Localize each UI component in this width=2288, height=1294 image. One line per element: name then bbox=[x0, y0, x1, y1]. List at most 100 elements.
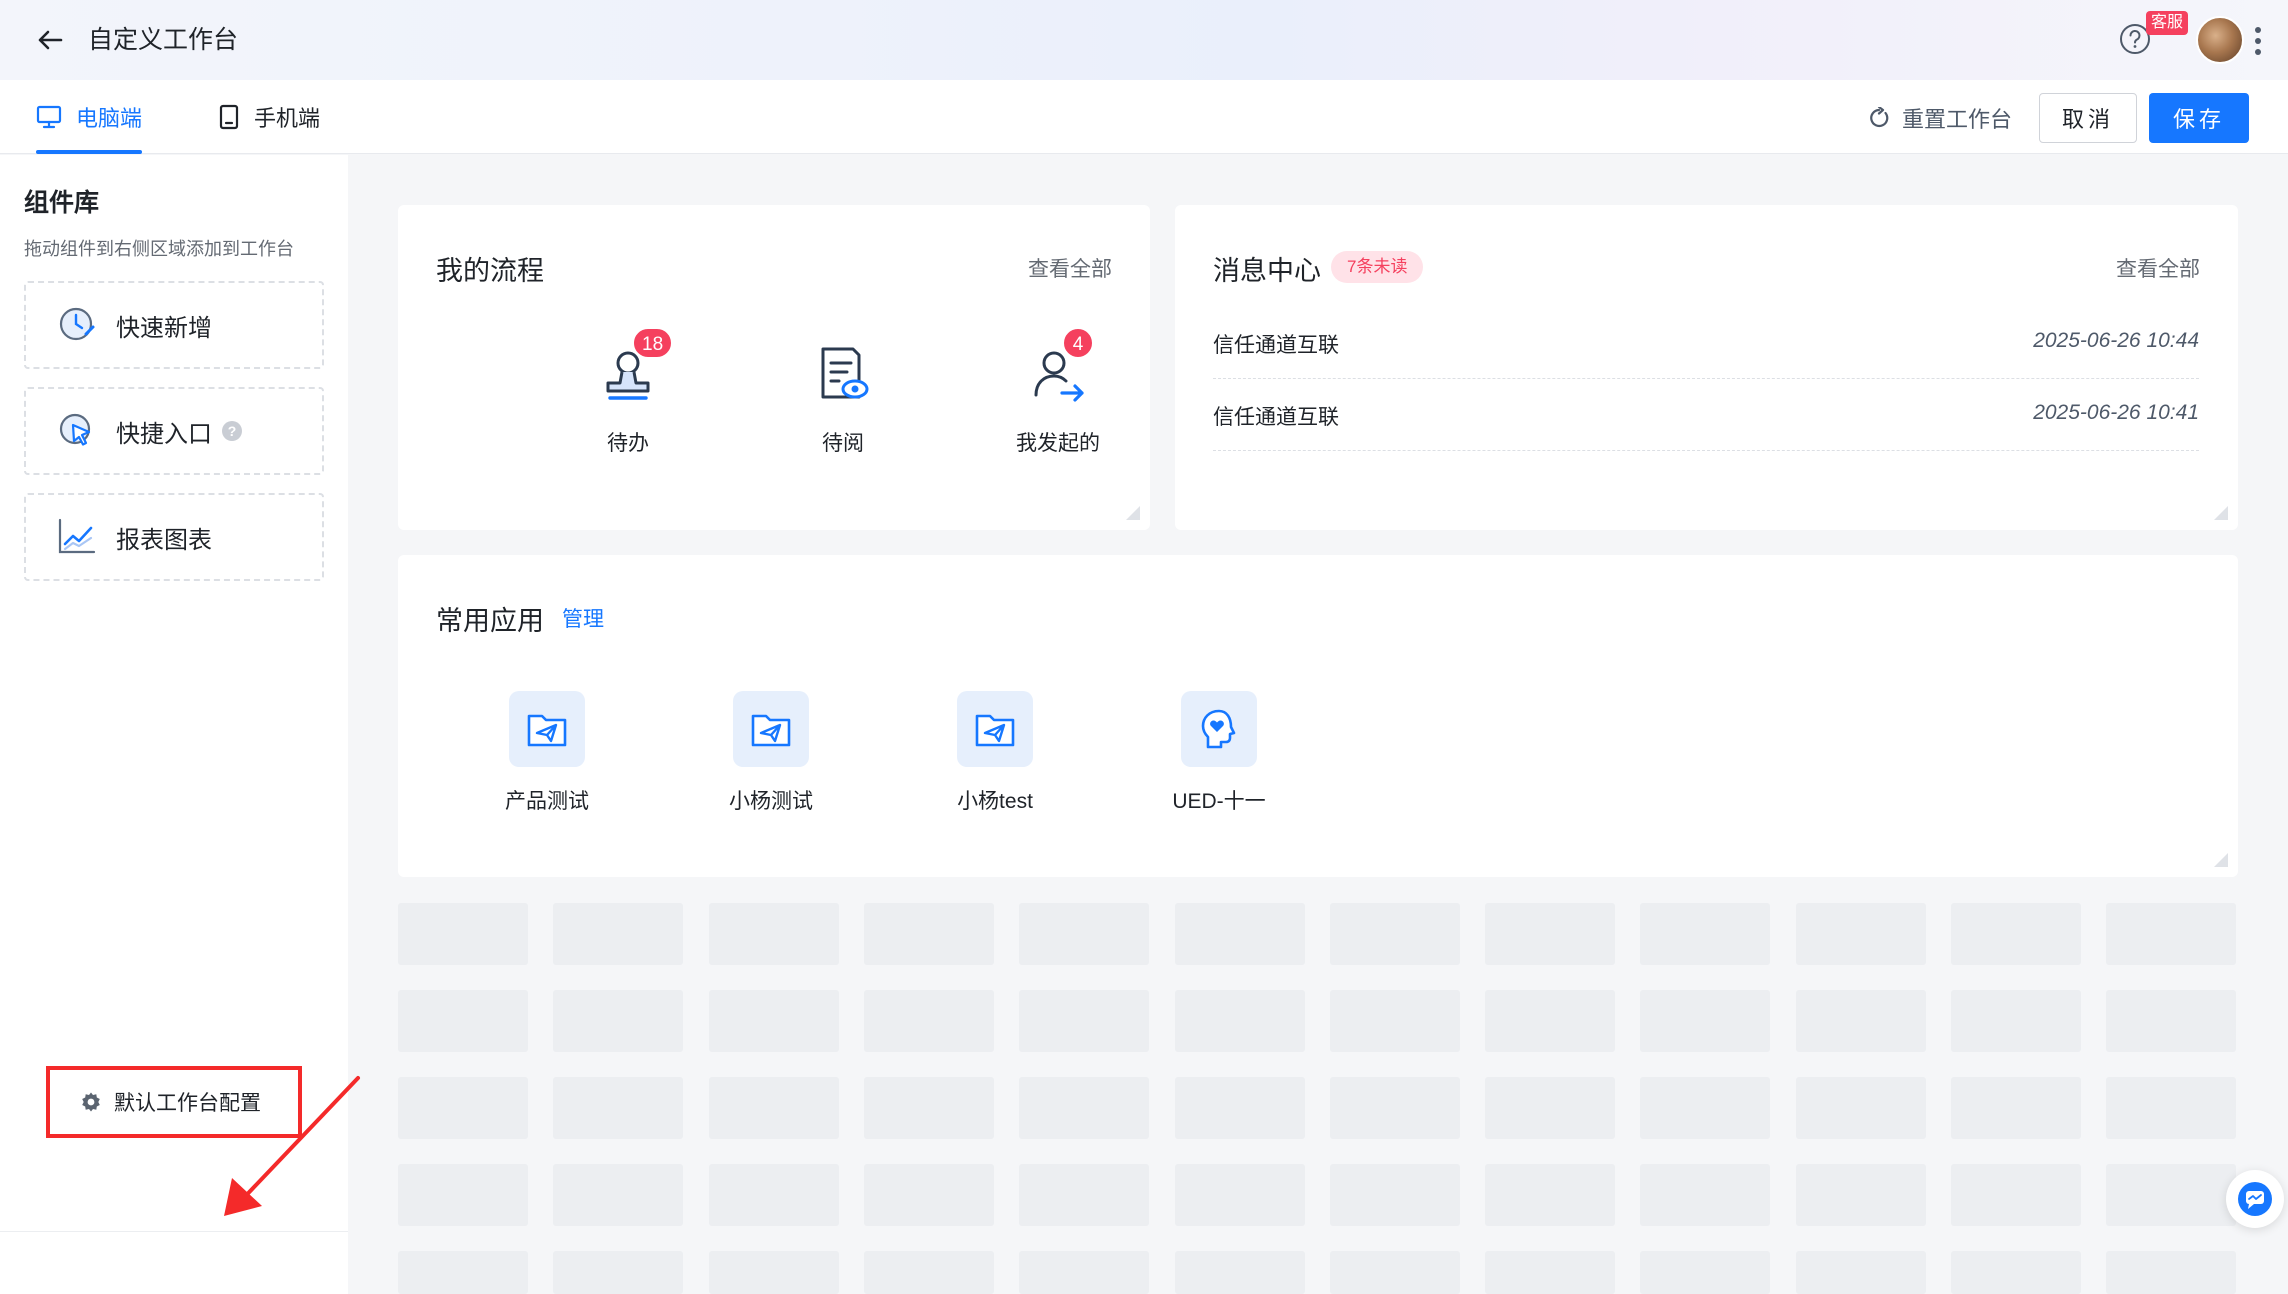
resize-handle-icon[interactable] bbox=[2214, 506, 2228, 520]
grid-placeholder-cell bbox=[1796, 990, 1926, 1052]
grid-placeholder-cell bbox=[553, 1077, 683, 1139]
grid-placeholder-cell bbox=[1796, 903, 1926, 965]
grid-placeholder-cell bbox=[1019, 1164, 1149, 1226]
grid-placeholder-cell bbox=[1640, 1251, 1770, 1294]
grid-placeholder-cell bbox=[1019, 903, 1149, 965]
cursor-click-icon bbox=[59, 413, 91, 446]
message-row[interactable]: 信任通道互联 2025-06-26 10:41 bbox=[1213, 379, 2199, 451]
reset-workbench-button[interactable]: 重置工作台 bbox=[1868, 102, 2012, 134]
tab-mobile-label: 手机端 bbox=[254, 106, 321, 131]
tab-desktop[interactable]: 电脑端 bbox=[36, 80, 143, 154]
todo-count-badge: 18 bbox=[632, 327, 674, 359]
common-apps-title: 常用应用 bbox=[436, 606, 544, 636]
grid-placeholder-cell bbox=[1019, 1251, 1149, 1294]
message-title: 信任通道互联 bbox=[1213, 406, 1339, 429]
flow-item-initiated[interactable]: 4 我发起的 bbox=[988, 327, 1128, 457]
workbench-editor: 自定义工作台 客服 电脑端 手机端 重置工作台 取消 保存 组件库 拖动组件到右… bbox=[0, 0, 2288, 1294]
message-center-view-all-link[interactable]: 查看全部 bbox=[2116, 253, 2200, 283]
tab-mobile[interactable]: 手机端 bbox=[218, 80, 320, 154]
grid-placeholder-cell bbox=[1485, 1077, 1615, 1139]
flow-item-initiated-label: 我发起的 bbox=[1016, 432, 1100, 455]
floating-chat-button[interactable] bbox=[2226, 1170, 2284, 1228]
grid-placeholder-cell bbox=[1485, 903, 1615, 965]
grid-placeholder-cell bbox=[398, 990, 528, 1052]
grid-placeholder-cell bbox=[1485, 1164, 1615, 1226]
grid-placeholder-cell bbox=[1019, 1077, 1149, 1139]
grid-placeholder-cell bbox=[553, 903, 683, 965]
top-bar: 自定义工作台 客服 bbox=[0, 0, 2288, 80]
grid-placeholder-cell bbox=[2106, 1077, 2236, 1139]
grid-placeholder-cell bbox=[1175, 990, 1305, 1052]
component-library-hint: 拖动组件到右侧区域添加到工作台 bbox=[24, 239, 294, 259]
grid-placeholder-cell bbox=[1640, 1077, 1770, 1139]
grid-placeholder-cell bbox=[1951, 1251, 2081, 1294]
flow-item-todo[interactable]: 18 待办 bbox=[558, 327, 698, 457]
grid-placeholder-cell bbox=[1175, 903, 1305, 965]
app-item-label: 产品测试 bbox=[505, 790, 589, 813]
back-arrow-icon[interactable] bbox=[34, 24, 66, 56]
annotation-arrow bbox=[224, 1076, 360, 1216]
component-report-chart[interactable]: 报表图表 bbox=[24, 493, 324, 581]
grid-placeholder-cell bbox=[864, 1251, 994, 1294]
component-report-chart-label: 报表图表 bbox=[116, 526, 212, 554]
grid-placeholder-cell bbox=[1330, 1077, 1460, 1139]
component-quick-add[interactable]: 快速新增 bbox=[24, 281, 324, 369]
grid-placeholder-cell bbox=[1640, 990, 1770, 1052]
message-time: 2025-06-26 10:41 bbox=[2033, 401, 2199, 424]
grid-placeholder-cell bbox=[2106, 990, 2236, 1052]
clock-edit-icon bbox=[59, 307, 95, 341]
shortcut-help-icon[interactable]: ? bbox=[222, 421, 242, 441]
component-quick-add-label: 快速新增 bbox=[116, 314, 212, 342]
app-item-xiaoyang-test[interactable]: 小杨测试 bbox=[691, 691, 851, 815]
message-row[interactable]: 信任通道互联 2025-06-26 10:44 bbox=[1213, 307, 2199, 379]
resize-handle-icon[interactable] bbox=[1126, 506, 1140, 520]
more-vertical-icon[interactable] bbox=[2252, 24, 2264, 58]
desktop-icon bbox=[36, 105, 62, 129]
app-item-label: 小杨测试 bbox=[729, 790, 813, 813]
chat-icon bbox=[2238, 1182, 2272, 1216]
save-button[interactable]: 保存 bbox=[2149, 93, 2249, 143]
grid-placeholder-cell bbox=[1175, 1251, 1305, 1294]
gear-icon bbox=[82, 1092, 100, 1112]
unread-count-badge: 7条未读 bbox=[1331, 251, 1424, 283]
grid-placeholder-cell bbox=[709, 990, 839, 1052]
grid-placeholder-cell bbox=[553, 990, 683, 1052]
app-item-label: 小杨test bbox=[957, 790, 1033, 813]
app-item-product-test[interactable]: 产品测试 bbox=[467, 691, 627, 815]
grid-placeholder-cell bbox=[2106, 1164, 2236, 1226]
grid-placeholder-cell bbox=[1175, 1164, 1305, 1226]
grid-placeholder-cell bbox=[1951, 990, 2081, 1052]
grid-placeholder-cell bbox=[864, 1077, 994, 1139]
grid-placeholder-cell bbox=[1485, 1251, 1615, 1294]
grid-placeholder-cell bbox=[709, 1164, 839, 1226]
manage-apps-link[interactable]: 管理 bbox=[562, 603, 604, 633]
refresh-icon bbox=[1870, 107, 1889, 128]
message-center-title: 消息中心 bbox=[1213, 256, 1321, 286]
grid-placeholder-cell bbox=[1330, 903, 1460, 965]
tab-bar: 电脑端 手机端 重置工作台 取消 保存 bbox=[0, 80, 2288, 154]
grid-placeholder-cell bbox=[2106, 903, 2236, 965]
message-center-card: 消息中心 7条未读 查看全部 信任通道互联 2025-06-26 10:44 信… bbox=[1175, 205, 2238, 530]
app-item-label: UED-十一 bbox=[1172, 790, 1266, 813]
grid-placeholder-cell bbox=[864, 990, 994, 1052]
resize-handle-icon[interactable] bbox=[2214, 853, 2228, 867]
grid-placeholder-cell bbox=[398, 1251, 528, 1294]
customer-service-badge[interactable]: 客服 bbox=[2146, 11, 2189, 35]
app-item-ued[interactable]: UED-十一 bbox=[1139, 691, 1299, 815]
mobile-icon bbox=[219, 104, 239, 130]
component-shortcut[interactable]: 快捷入口 ? bbox=[24, 387, 324, 475]
grid-placeholder-cell bbox=[553, 1251, 683, 1294]
flow-item-toread[interactable]: 待阅 bbox=[773, 343, 913, 457]
grid-placeholder-cell bbox=[709, 1077, 839, 1139]
folder-send-icon bbox=[975, 714, 1015, 747]
avatar[interactable] bbox=[2196, 16, 2244, 64]
sidebar-footer bbox=[0, 1231, 348, 1294]
cancel-button[interactable]: 取消 bbox=[2039, 93, 2137, 143]
my-flow-card: 我的流程 查看全部 18 待办 待阅 4 我发起的 bbox=[398, 205, 1150, 530]
folder-send-icon bbox=[527, 714, 567, 747]
flow-item-todo-label: 待办 bbox=[607, 432, 649, 455]
app-item-xiaoyang-test-en[interactable]: 小杨test bbox=[915, 691, 1075, 815]
document-eye-icon bbox=[821, 347, 869, 399]
tab-desktop-label: 电脑端 bbox=[76, 106, 143, 131]
my-flow-view-all-link[interactable]: 查看全部 bbox=[1028, 253, 1112, 283]
